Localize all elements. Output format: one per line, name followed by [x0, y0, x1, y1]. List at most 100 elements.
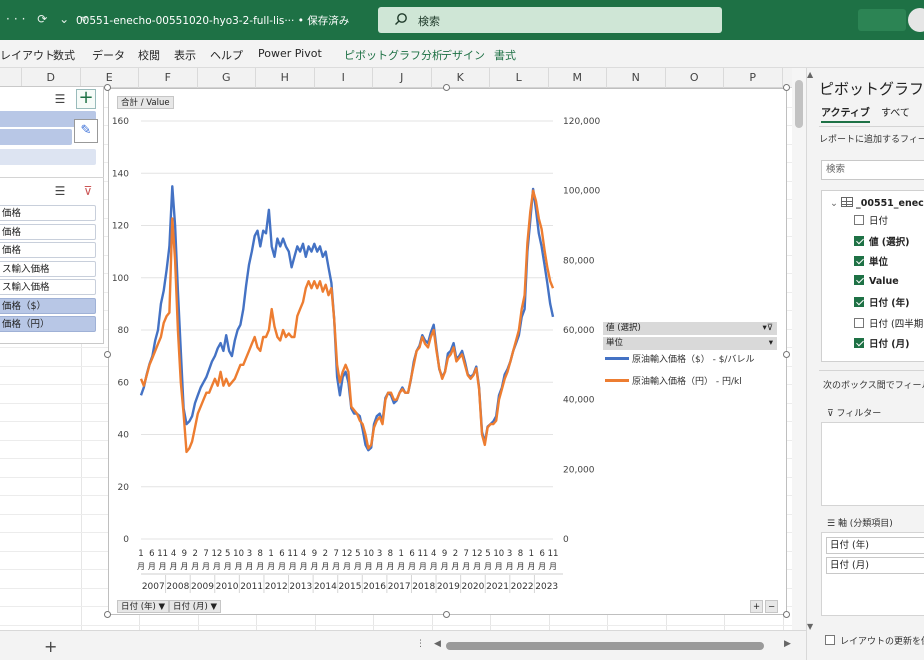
vertical-scrollbar[interactable] [792, 68, 806, 630]
x-year-label: 2018 [412, 582, 435, 592]
scroll-down-icon[interactable]: ▼ [807, 622, 813, 631]
filter-dropdown-icon[interactable]: ▾⊽ [763, 322, 774, 335]
slicer-item[interactable]: 価格（$） [0, 297, 96, 314]
slicer-item[interactable]: ス輸入価格 [0, 279, 96, 295]
ribbon-tab[interactable]: デザイン [441, 47, 485, 63]
scroll-up-icon[interactable]: ▲ [807, 70, 813, 79]
legend-field-unit[interactable]: 単位 ▾ [603, 337, 777, 350]
ribbon-tab[interactable]: Power Pivot [258, 47, 322, 60]
pivot-chart[interactable]: 合計 / Value 0 20 40 60 80 100 120 140 160 0 20,000 4… [108, 88, 787, 615]
field-item[interactable]: 日付 (月) [854, 336, 910, 350]
column-header-G[interactable]: G [198, 68, 256, 88]
resize-handle[interactable] [783, 351, 790, 358]
zoom-out-button[interactable]: − [765, 600, 778, 613]
zoom-in-button[interactable]: + [750, 600, 763, 613]
x-year-label: 2009 [191, 582, 214, 592]
add-button[interactable]: + [76, 89, 96, 109]
resize-handle[interactable] [104, 351, 111, 358]
column-header-O[interactable]: O [666, 68, 724, 88]
ribbon-tab[interactable]: レイアウト [0, 47, 55, 63]
table-node[interactable]: ⌄ _00551_enech [830, 197, 924, 209]
tab-all[interactable]: すべて [881, 104, 910, 119]
ribbon-tab[interactable]: データ [92, 47, 125, 63]
x-month-unit-label: 月 [506, 562, 514, 571]
tab-active[interactable]: アクティブ [821, 104, 870, 123]
x-year-label: 2008 [166, 582, 189, 592]
ribbon-tab[interactable]: 表示 [174, 47, 196, 63]
more-icon[interactable]: ⋮ [416, 639, 425, 649]
multi-select-icon[interactable]: ☰ [50, 181, 70, 201]
multi-select-icon[interactable]: ☰ [50, 89, 70, 109]
field-item[interactable]: 値 (選択) [854, 234, 910, 248]
ribbon-tab[interactable]: ヘルプ [210, 47, 243, 63]
clear-filter-icon[interactable]: ⊽ [78, 181, 98, 201]
column-header-M[interactable]: M [549, 68, 607, 88]
axis-field-year-button[interactable]: 日付 (年) ▼ [117, 600, 170, 613]
field-item[interactable]: 日付 (四半期 [854, 316, 923, 330]
search-box[interactable]: 検索 [378, 7, 722, 33]
slicer-item[interactable] [0, 129, 72, 145]
format-brush-icon[interactable]: ✎ [74, 119, 98, 143]
resize-handle[interactable] [443, 611, 450, 618]
column-header-K[interactable]: K [432, 68, 490, 88]
avatar[interactable] [908, 8, 924, 32]
column-header-N[interactable]: N [607, 68, 666, 88]
slicer-item[interactable]: ス輸入価格 [0, 260, 96, 277]
x-month-unit-label: 月 [451, 562, 459, 571]
add-sheet-button[interactable]: + [44, 637, 57, 656]
ribbon-tab[interactable]: ピボットグラフ分析 [344, 47, 443, 63]
field-checkbox[interactable] [854, 317, 864, 328]
axis-item-year[interactable]: 日付 (年) [826, 537, 924, 554]
column-header-I[interactable]: I [315, 68, 373, 88]
column-header-P[interactable]: P [724, 68, 783, 88]
field-checkbox[interactable] [854, 256, 864, 266]
field-item[interactable]: 日付 (年) [854, 295, 910, 309]
field-checkbox[interactable] [854, 338, 864, 348]
axis-item-month[interactable]: 日付 (月) [826, 557, 924, 574]
column-header-H[interactable]: H [256, 68, 315, 88]
resize-handle[interactable] [783, 611, 790, 618]
field-item[interactable]: 単位 [854, 254, 888, 268]
scroll-right-icon[interactable]: ▶ [784, 639, 791, 649]
scroll-thumb[interactable] [795, 80, 803, 128]
slicer-item[interactable]: 価格（円） [0, 316, 96, 332]
axis-field-month-button[interactable]: 日付 (月) ▼ [169, 600, 222, 613]
ribbon-tab[interactable]: 校閲 [138, 47, 160, 63]
field-search-input[interactable]: 検索 [821, 160, 924, 180]
column-header-D[interactable]: D [22, 68, 81, 88]
y-left-tick-label: 60 [118, 378, 130, 388]
account-area[interactable] [858, 9, 906, 31]
resize-handle[interactable] [783, 84, 790, 91]
scroll-left-icon[interactable]: ◀ [434, 639, 441, 649]
axis-drop-area[interactable]: 日付 (年) 日付 (月) [821, 532, 924, 616]
filter-drop-area[interactable] [821, 422, 924, 506]
slicer-item[interactable]: 価格 [0, 223, 96, 240]
column-header-F[interactable]: F [139, 68, 198, 88]
defer-update[interactable]: レイアウトの更新を保 [825, 634, 924, 647]
x-month-tick-label: 1 [398, 549, 403, 559]
defer-checkbox[interactable] [825, 635, 835, 645]
x-month-tick-label: 5 [225, 549, 230, 559]
field-checkbox[interactable] [854, 274, 864, 285]
column-header-J[interactable]: J [373, 68, 432, 88]
field-item[interactable]: Value [854, 274, 899, 287]
title-bar: ··· ⟳ ⌄ ▿ 00551-enecho-00551020-hyo3-2-f… [0, 0, 924, 40]
field-item[interactable]: 日付 [854, 213, 888, 227]
field-checkbox[interactable] [854, 297, 864, 307]
dropdown-icon[interactable]: ▾ [769, 337, 773, 350]
slicer-item[interactable]: 価格 [0, 242, 96, 258]
column-header-cell[interactable] [0, 68, 22, 88]
legend-field-values[interactable]: 値 (選択) ▾⊽ [603, 322, 777, 335]
column-header-L[interactable]: L [490, 68, 549, 88]
resize-handle[interactable] [104, 611, 111, 618]
slicer-item[interactable]: 価格 [0, 205, 96, 221]
ribbon-tab[interactable]: 数式 [53, 47, 75, 63]
ribbon-tab[interactable]: 書式 [494, 47, 516, 63]
resize-handle[interactable] [104, 84, 111, 91]
document-title[interactable]: 00551-enecho-00551020-hyo3-2-full-lis···… [76, 13, 349, 28]
field-checkbox[interactable] [854, 215, 864, 225]
resize-handle[interactable] [443, 84, 450, 91]
field-checkbox[interactable] [854, 235, 864, 246]
horizontal-scroll-thumb[interactable] [446, 642, 764, 650]
slicer-item[interactable] [0, 149, 96, 165]
